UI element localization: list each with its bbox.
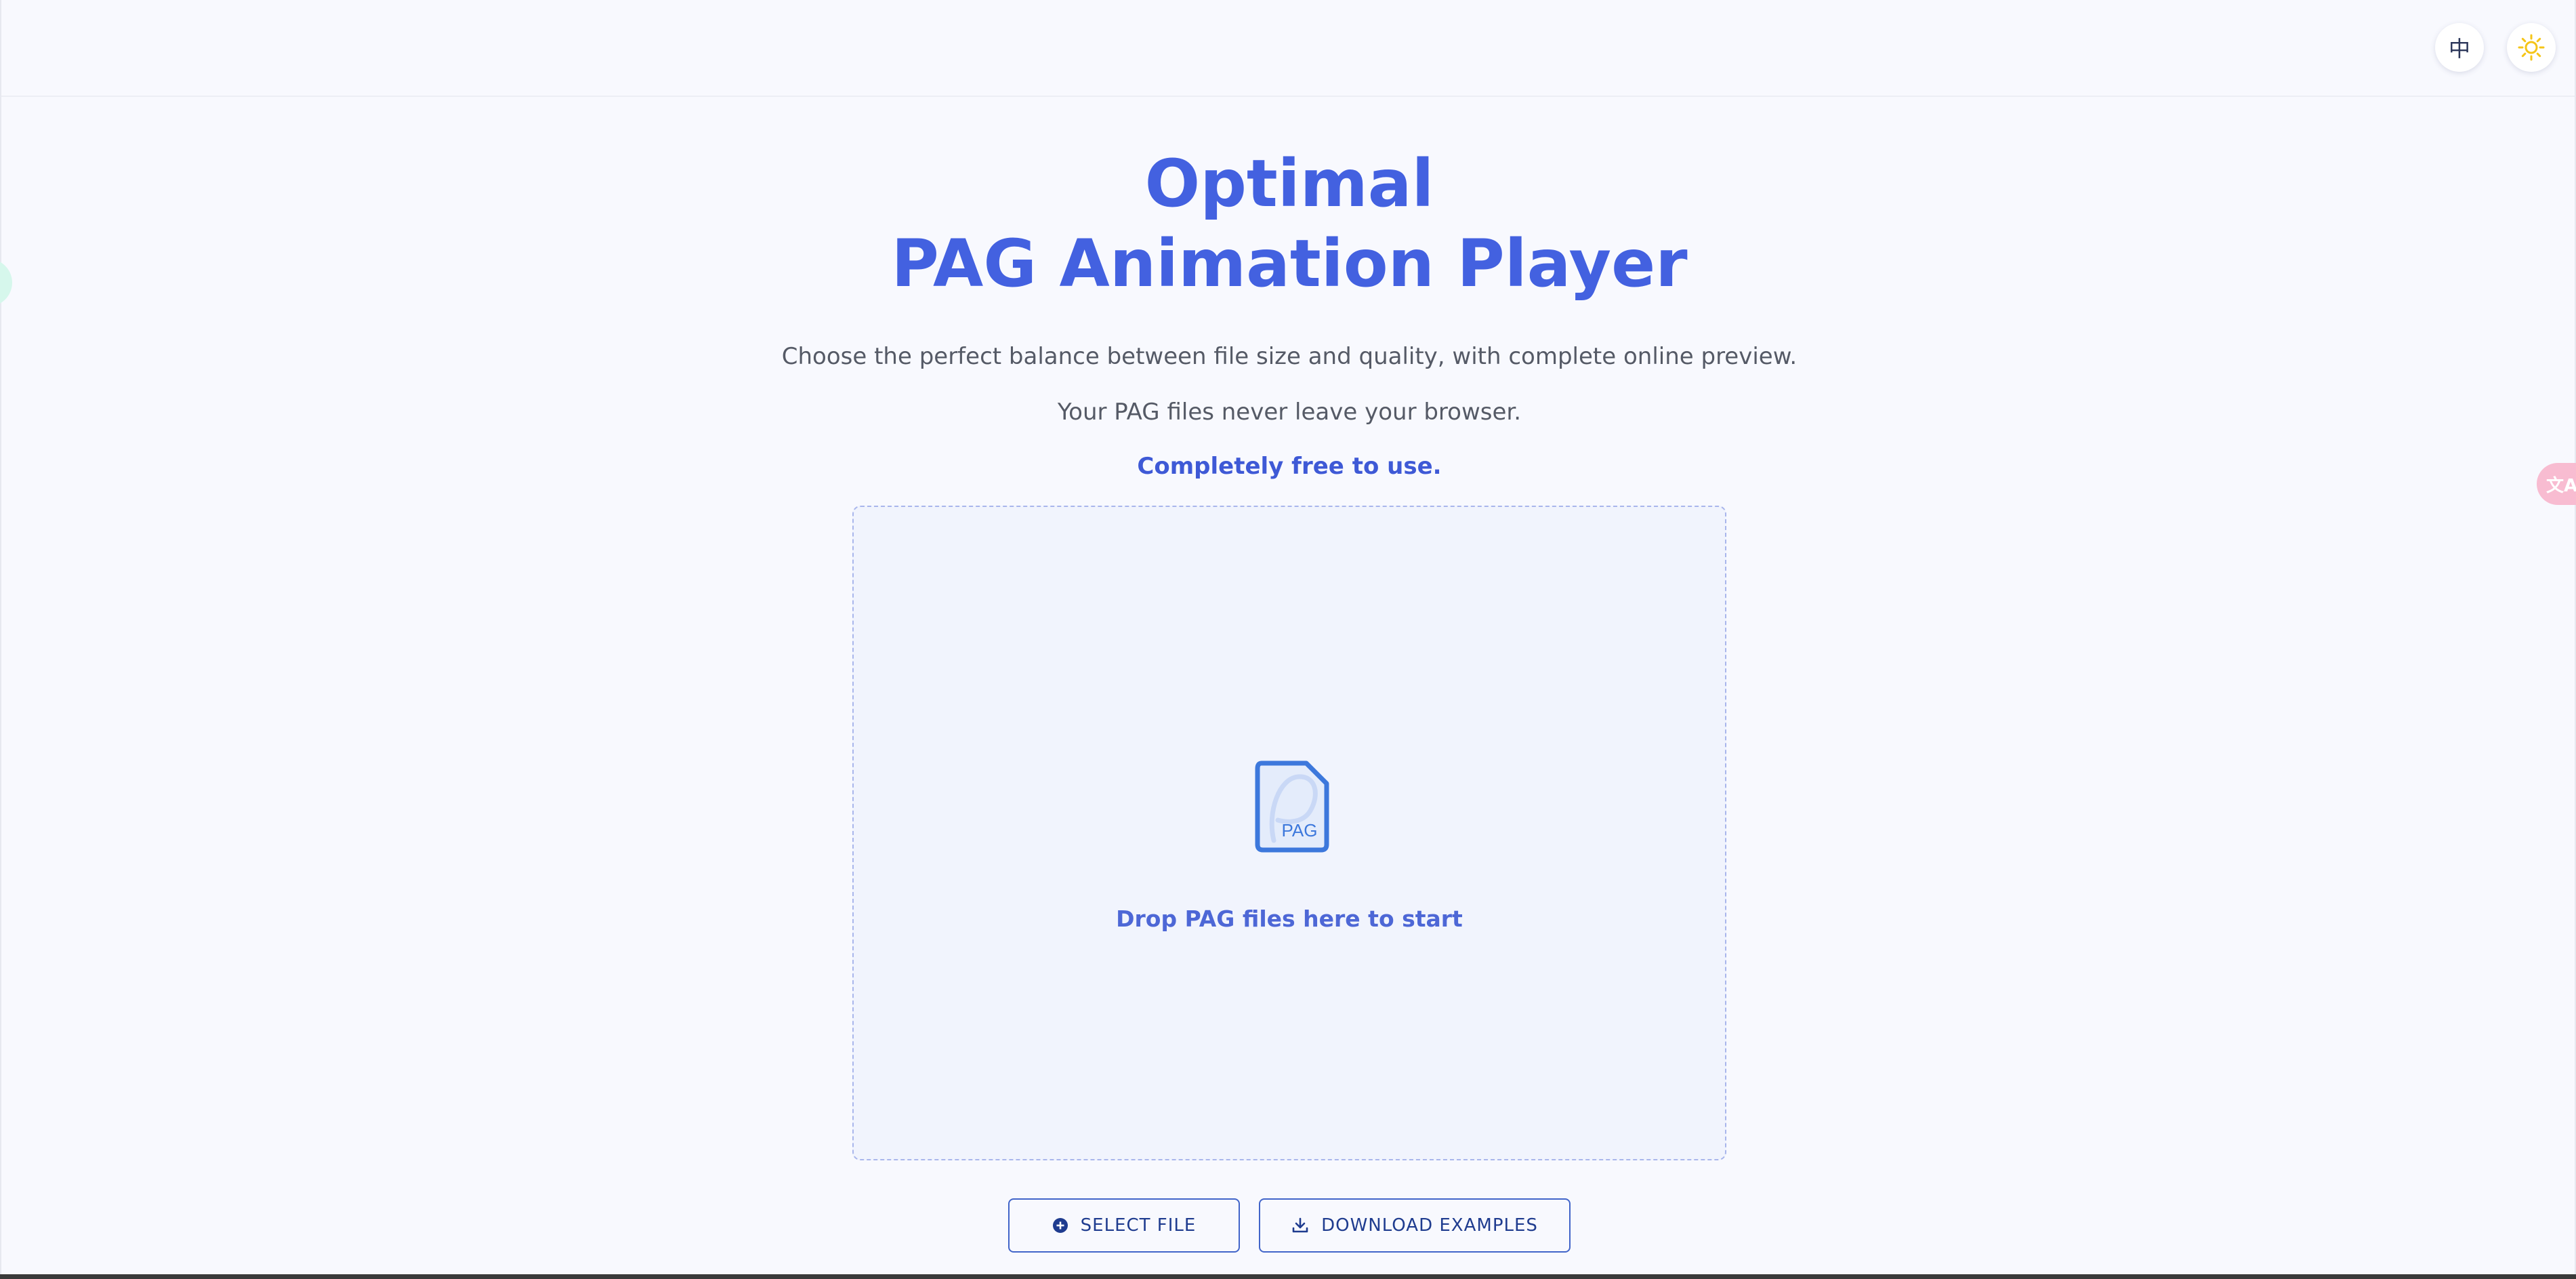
title-line-1: Optimal — [1144, 146, 1434, 222]
window-bottom-edge — [0, 1274, 2576, 1279]
download-icon — [1291, 1217, 1309, 1234]
top-header: 中 — [1, 0, 2575, 97]
sun-icon — [2518, 34, 2545, 61]
language-button-label: 中 — [2448, 36, 2470, 62]
download-examples-label: DOWNLOAD EXAMPLES — [1321, 1215, 1538, 1236]
dropzone-prompt: Drop PAG files here to start — [1116, 906, 1463, 932]
title-line-2: PAG Animation Player — [891, 226, 1688, 302]
theme-toggle-button[interactable] — [2507, 23, 2556, 72]
free-note: Completely free to use. — [1137, 453, 1442, 480]
app-page: 中 文A Optimal PAG Animation Player Choose… — [0, 0, 2576, 1274]
download-examples-button[interactable]: DOWNLOAD EXAMPLES — [1259, 1198, 1571, 1253]
pag-file-icon: PAG — [1255, 760, 1329, 853]
add-circle-icon — [1052, 1217, 1068, 1234]
pag-file-icon-label: PAG — [1282, 820, 1318, 840]
privacy-note: Your PAG files never leave your browser. — [1057, 399, 1522, 426]
language-toggle-button[interactable]: 中 — [2435, 23, 2484, 72]
select-file-label: SELECT FILE — [1080, 1215, 1197, 1236]
page-title: Optimal PAG Animation Player — [1, 144, 2576, 304]
description-text: Choose the perfect balance between file … — [781, 343, 1798, 370]
file-dropzone[interactable]: PAG Drop PAG files here to start — [852, 506, 1726, 1160]
select-file-button[interactable]: SELECT FILE — [1008, 1198, 1240, 1253]
